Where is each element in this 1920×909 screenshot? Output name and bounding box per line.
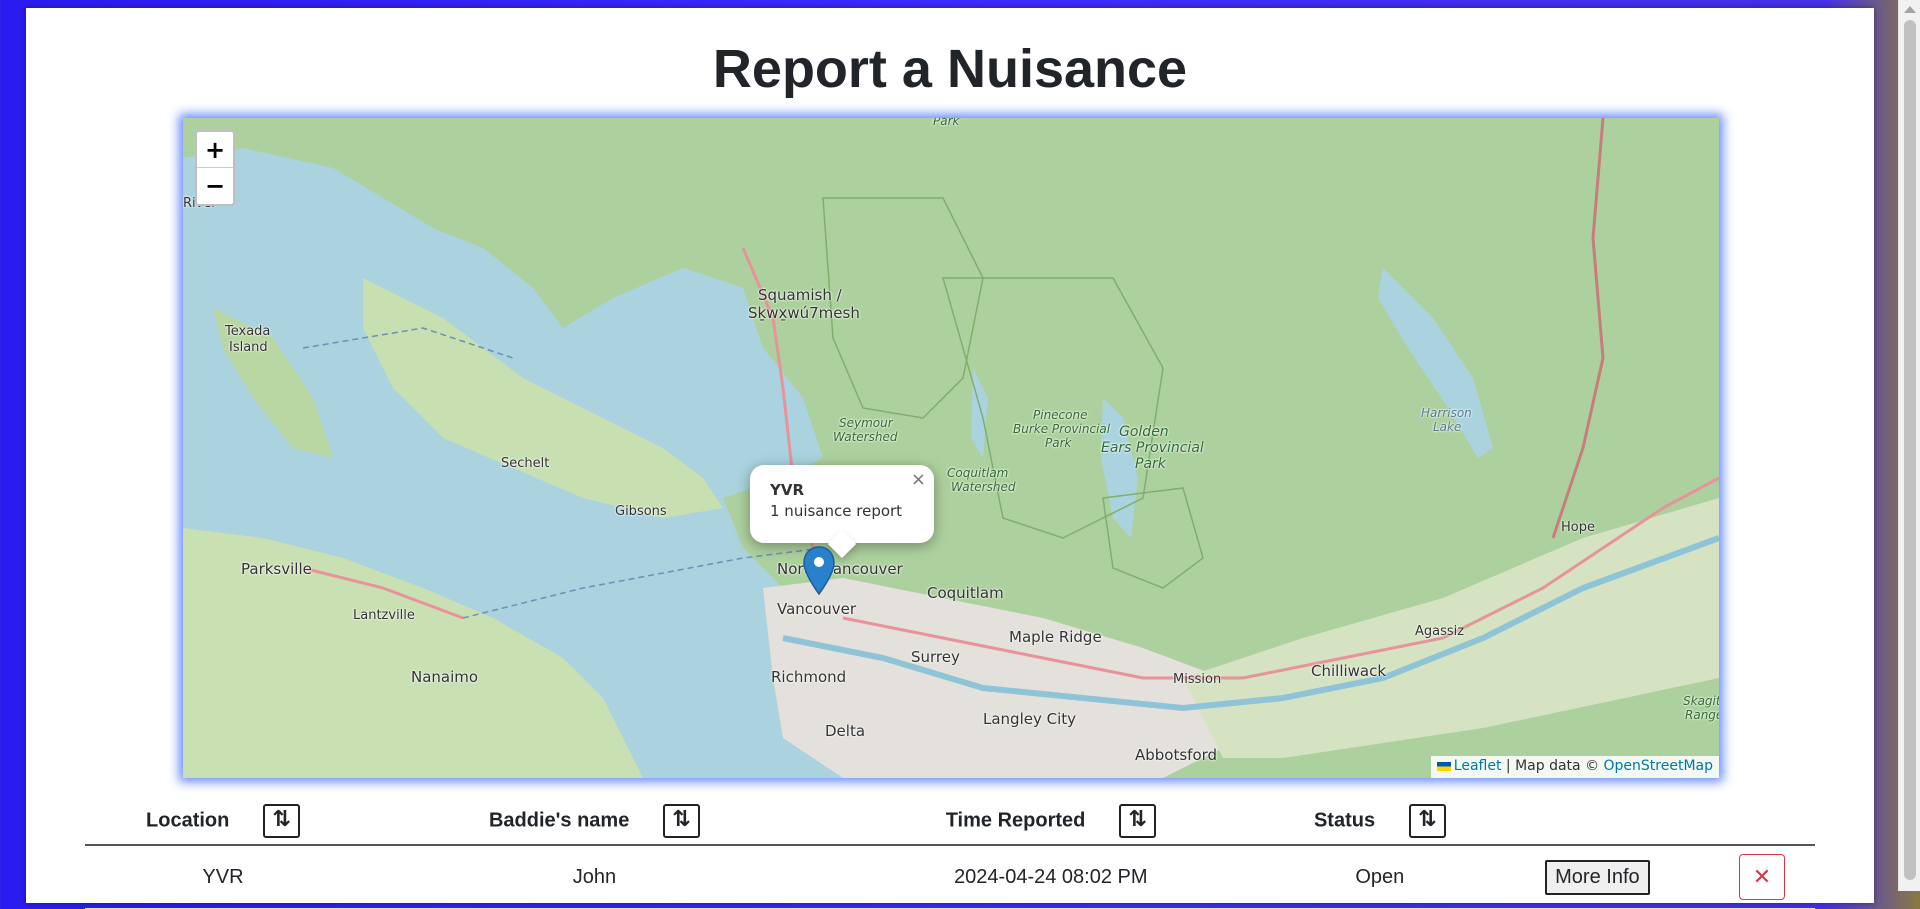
place-label-texada: Texada [225,324,271,339]
zoom-control: + − [195,130,235,206]
place-label-pinecone-2: Burke Provincial [1013,422,1111,436]
page-scrollbar[interactable] [1898,0,1920,891]
column-header-time: Time Reported ⇅ [827,798,1274,846]
map-popup: × YVR 1 nuisance report [750,465,934,559]
place-label-surrey: Surrey [911,648,960,666]
sort-location-button[interactable]: ⇅ [262,804,300,838]
place-label-maple-ridge: Maple Ridge [1009,628,1102,646]
place-label-skagit-2: Range [1685,708,1719,722]
reports-table: Location ⇅ Baddie's name ⇅ Time Reported… [85,798,1815,909]
map[interactable]: Park River Squamish / Sḵwx̱wú7mesh Texad… [183,118,1719,778]
place-label-texada-2: Island [229,340,268,355]
place-label-chilliwack: Chilliwack [1311,662,1387,680]
place-label-harrison-2: Lake [1433,420,1462,434]
popup-title: YVR [770,481,805,499]
column-header-location: Location ⇅ [85,798,361,846]
attribution-text: | Map data © [1501,758,1604,774]
sort-baddie-button[interactable]: ⇅ [662,804,700,838]
place-label-hope: Hope [1561,520,1595,535]
place-label-golden-2: Ears Provincial [1101,440,1204,456]
cell-baddie: John [360,845,828,909]
place-label-coquitlam: Coquitlam [927,584,1004,602]
page-title: Report a Nuisance [712,39,1188,99]
scroll-up-arrow-icon[interactable] [1904,6,1916,13]
cell-delete: ✕ [1708,845,1815,909]
place-label-pinecone-3: Park [1045,436,1072,450]
place-label-vancouver: Vancouver [777,600,856,618]
map-marker-icon[interactable] [802,546,836,596]
place-label-skagit: Skagit [1683,694,1719,708]
delete-button[interactable]: ✕ [1738,854,1785,900]
place-label-coquitlam-watershed: Coquitlam [947,466,1009,480]
column-header-more [1485,798,1709,846]
place-label-richmond: Richmond [771,668,847,686]
place-label-squamish-2: Sḵwx̱wú7mesh [748,304,860,322]
cell-location: YVR [85,845,361,909]
place-label-delta: Delta [825,722,866,740]
place-label-langley: Langley City [983,710,1077,728]
scrollbar-thumb[interactable] [1904,20,1916,880]
zoom-in-button[interactable]: + [197,132,233,168]
page-container: Report a Nuisance Park Squamish / Sḵwx̱w… [26,8,1874,909]
place-label-nanaimo: Nanaimo [411,668,479,686]
baddie-header-label: Baddie's name [488,809,630,832]
table-header-row: Location ⇅ Baddie's name ⇅ Time Reported… [85,798,1815,846]
place-label-mission: Mission [1173,672,1222,687]
time-header-label: Time Reported [945,809,1086,832]
column-header-status: Status ⇅ [1273,798,1486,846]
place-label-abbotsford: Abbotsford [1135,746,1218,764]
place-label-agassiz: Agassiz [1415,624,1465,639]
place-label-golden: Golden [1119,424,1169,440]
cell-more-info: More Info [1485,845,1709,909]
place-label-seymour: Seymour [839,416,893,430]
place-label-lantzville: Lantzville [353,608,415,623]
place-label-squamish: Squamish / [758,286,842,304]
place-label-north-vancouver: North Vancouver [777,560,903,578]
place-label-harrison: Harrison [1421,406,1472,420]
sort-status-button[interactable]: ⇅ [1408,804,1446,838]
cell-time: 2024-04-24 08:02 PM [827,845,1274,909]
place-label-pinecone: Pinecone [1033,408,1088,422]
place-label-gibsons: Gibsons [615,504,667,519]
sort-time-button[interactable]: ⇅ [1118,804,1156,838]
place-label-parksville: Parksville [241,560,312,578]
place-label-coquitlam-watershed-2: Watershed [951,480,1016,494]
cell-status: Open [1273,845,1486,909]
zoom-out-button[interactable]: − [197,168,233,204]
leaflet-link[interactable]: Leaflet [1454,758,1502,774]
place-label-golden-3: Park [1135,456,1166,472]
popup-body: 1 nuisance report [770,502,903,520]
place-label-park: Park [933,118,960,128]
location-header-label: Location [146,809,230,832]
place-label-sechelt: Sechelt [501,456,550,471]
ukraine-flag-icon [1436,761,1451,771]
openstreetmap-link[interactable]: OpenStreetMap [1604,758,1713,774]
popup-close-button[interactable]: × [911,469,926,490]
more-info-button[interactable]: More Info [1545,859,1650,895]
map-attribution: Leaflet | Map data © OpenStreetMap [1430,756,1719,778]
reports-table-container: Location ⇅ Baddie's name ⇅ Time Reported… [85,798,1815,909]
table-row: YVR John 2024-04-24 08:02 PM Open More I… [85,845,1815,909]
column-header-baddie: Baddie's name ⇅ [360,798,828,846]
place-label-seymour-2: Watershed [833,430,898,444]
status-header-label: Status [1313,809,1376,832]
column-header-delete [1708,798,1815,846]
